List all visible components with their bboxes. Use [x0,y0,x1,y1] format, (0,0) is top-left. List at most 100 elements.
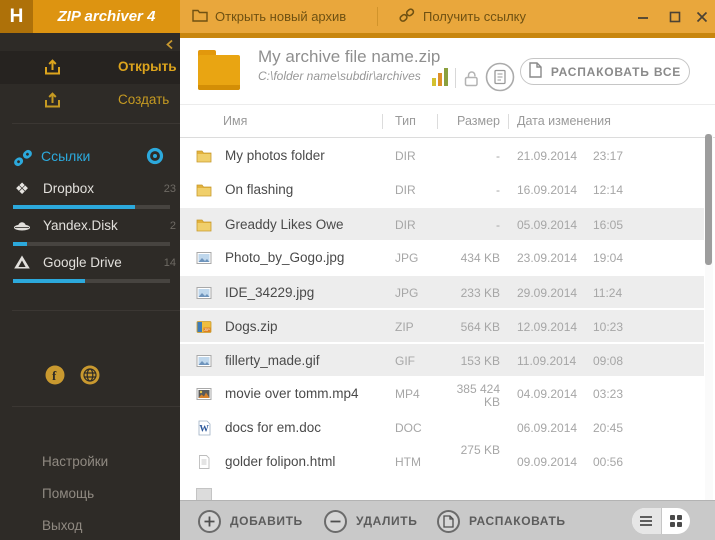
sidebar-item-links[interactable]: Ссылки [0,145,180,171]
svg-text:ZIP: ZIP [204,328,210,332]
table-row[interactable]: Wdocs for em.doc DOC 06.09.2014 20:45 [180,411,704,445]
file-date: 16.09.2014 [517,183,578,197]
file-name: movie over tomm.mp4 [225,386,359,401]
file-size: 233 KB [460,286,500,300]
links-target-icon[interactable] [146,147,164,170]
chain-link-icon [11,147,35,174]
table-row[interactable]: IDE_34229.jpg JPG 233 KB 29.09.2014 11:24 [180,275,704,309]
file-date: 06.09.2014 [517,421,578,435]
open-new-archive-button[interactable]: Открыть новый архив [192,0,346,33]
grid-view-button[interactable] [662,508,691,534]
svg-text:f: f [52,368,57,383]
file-date: 21.09.2014 [517,149,578,163]
file-name: IDE_34229.jpg [225,285,315,300]
collapse-sidebar-icon[interactable] [165,37,175,50]
sidebar-cloud-yandexdisk[interactable]: Yandex.Disk 2 [0,216,180,250]
sidebar-item-open-label: Открыть [118,59,177,74]
table-row[interactable]: On flashing DIR -16.09.2014 12:14 [180,173,704,207]
social-links: f [45,365,100,385]
topbar-divider [377,7,378,26]
image-icon [196,353,212,369]
list-view-button[interactable] [632,508,661,534]
file-time: 03:23 [593,387,624,401]
maximize-button[interactable] [664,0,686,33]
grid-icon [669,515,682,527]
sidebar-divider [12,310,180,311]
sidebar-item-create-label: Создать [118,92,170,107]
file-time: 16:05 [593,218,624,232]
file-date: 05.09.2014 [517,218,578,232]
image-icon [196,250,212,266]
bottom-action-bar: ДОБАВИТЬ УДАЛИТЬ РАСПАКОВАТЬ [180,500,715,540]
table-row[interactable]: fillerty_made.gif GIF 153 KB 11.09.2014 09:0… [180,343,704,377]
get-link-label: Получить ссылку [423,9,527,24]
table-row[interactable]: My photos folder DIR -21.09.2014 23:17 [180,139,704,173]
file-time: 09:08 [593,354,624,368]
file-name: Photo_by_Gogo.jpg [225,250,345,265]
folder-icon [196,182,212,198]
cloud-name: Dropbox [43,181,95,196]
sidebar-item-create[interactable]: Создать [0,84,180,117]
cloud-usage-fill [13,279,86,283]
extract-all-button[interactable]: РАСПАКОВАТЬ ВСЕ [520,58,690,85]
sidebar-item-settings[interactable]: Настройки [42,454,108,469]
close-icon [696,11,708,22]
delete-label: УДАЛИТЬ [356,514,418,528]
cloud-count-badge: 2 [169,220,176,232]
add-label: ДОБАВИТЬ [230,514,303,528]
extract-all-label: РАСПАКОВАТЬ ВСЕ [550,64,682,79]
archive-header: My archive file name.zip C:\folder name\… [180,38,715,104]
sidebar-cloud-dropbox[interactable]: ❖ Dropbox 23 [0,179,180,213]
file-type: DOC [395,421,422,435]
sidebar-item-help[interactable]: Помощь [42,486,94,501]
file-time: 12:14 [593,183,624,197]
file-date: 29.09.2014 [517,286,578,300]
column-name[interactable]: Имя [223,114,247,128]
comment-icon[interactable] [485,62,515,92]
lock-icon[interactable] [462,69,481,93]
extract-button[interactable]: РАСПАКОВАТЬ [437,501,566,540]
sidebar-cloud-googledrive[interactable]: Google Drive 14 [0,253,180,287]
table-row[interactable]: ZIP Dogs.zip ZIP 564 KB 12.09.2014 10:23 [180,309,704,343]
sidebar-divider [12,406,180,407]
file-date: 11.09.2014 [517,354,577,368]
minus-icon [324,509,347,533]
cloud-name: Google Drive [43,255,122,270]
dropbox-icon: ❖ [14,181,30,198]
zip-archiver-window: H ZIP archiver 4 Открыть новый архив Пол… [0,0,715,540]
file-name: docs for em.doc [225,420,322,435]
file-time: 10:23 [593,320,624,334]
folder-outline-icon [192,8,208,25]
delete-button[interactable]: УДАЛИТЬ [324,501,417,540]
column-modified[interactable]: Дата изменения [517,114,611,128]
folder-icon [196,148,212,164]
table-row[interactable]: Greaddy Likes Owe DIR -05.09.2014 16:05 [180,207,704,241]
minimize-button[interactable] [632,0,654,33]
column-size[interactable]: Размер [410,114,500,128]
file-size: - [496,149,500,163]
add-button[interactable]: ДОБАВИТЬ [198,501,303,540]
create-archive-icon [42,91,63,115]
file-type: MP4 [395,387,420,401]
main-panel: My archive file name.zip C:\folder name\… [180,38,715,540]
table-row[interactable]: golder folipon.html HTM 275 KB 09.09.2014 00… [180,443,704,479]
stats-bars-icon[interactable] [432,65,450,92]
table-row[interactable]: Photo_by_Gogo.jpg JPG 434 KB 23.09.2014 19:0… [180,241,704,275]
file-name: My photos folder [225,148,325,163]
globe-icon[interactable] [80,365,100,385]
close-button[interactable] [691,0,713,33]
file-time: 19:04 [593,251,624,265]
cloud-usage-bar [13,205,170,209]
sidebar-item-exit[interactable]: Выход [42,518,82,533]
archive-path: C:\folder name\subdir\archives [258,69,421,83]
sidebar-item-open[interactable]: Открыть [0,51,180,84]
zip-icon: ZIP [196,319,212,335]
scrollbar-thumb[interactable] [705,134,712,265]
file-name: fillerty_made.gif [225,353,320,368]
yandex-disk-icon [12,217,32,237]
get-link-button[interactable]: Получить ссылку [398,0,526,33]
column-divider [508,114,509,129]
table-row[interactable]: movie over tomm.mp4 MP4 385 424 KB 04.09.20… [180,377,704,411]
facebook-icon[interactable]: f [45,365,65,385]
file-time: 23:17 [593,149,624,163]
